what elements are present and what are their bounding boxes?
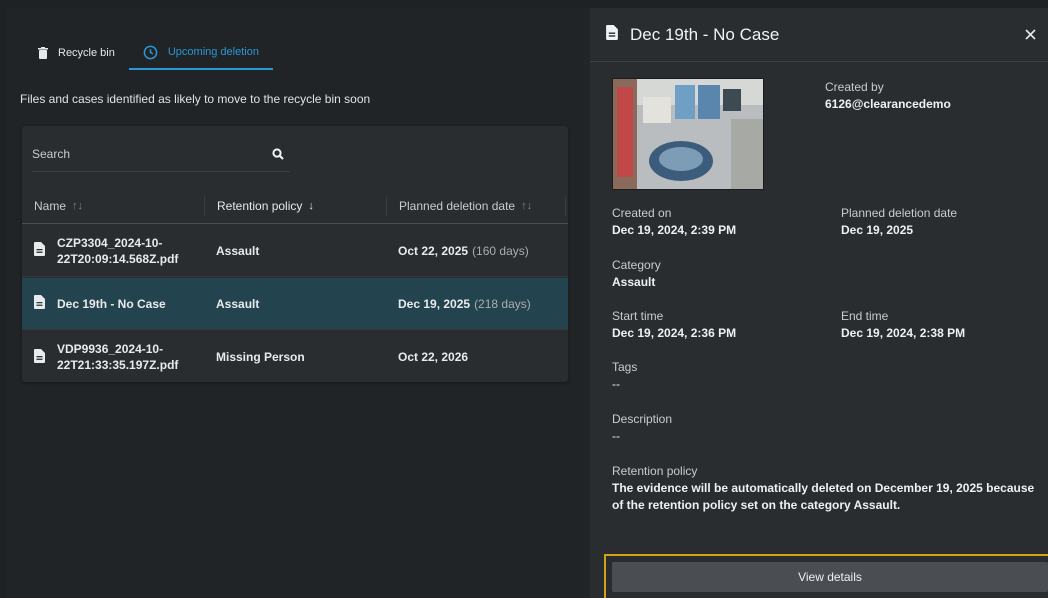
days-remaining: (218 days) <box>474 296 531 311</box>
trash-icon <box>38 47 48 59</box>
details-title: Dec 19th - No Case <box>630 24 780 44</box>
deletion-table-card: Name ↑↓ Retention policy ↓ Planned delet… <box>22 126 568 382</box>
retention-policy-text: The evidence will be automatically delet… <box>612 481 1035 512</box>
created-on-value: Dec 19, 2024, 2:39 PM <box>612 223 737 237</box>
file-name: VDP9936_2024-10-22T21:33:35.197Z.pdf <box>57 342 179 372</box>
document-icon <box>34 295 45 312</box>
table-header: Name ↑↓ Retention policy ↓ Planned delet… <box>22 188 568 224</box>
document-icon <box>34 348 45 366</box>
name-cell: VDP9936_2024-10-22T21:33:35.197Z.pdf <box>22 341 204 373</box>
details-header: Dec 19th - No Case <box>590 8 1048 62</box>
tab-recycle-bin[interactable]: Recycle bin <box>24 36 129 70</box>
deletion-date: Oct 22, 2026 <box>398 350 469 364</box>
column-header-planned-deletion-date[interactable]: Planned deletion date ↑↓ <box>386 195 568 216</box>
clock-icon <box>143 45 158 60</box>
deletion-date: Oct 22, 2025 <box>398 243 469 258</box>
description-field: Description -- <box>612 412 672 444</box>
start-time-value: Dec 19, 2024, 2:36 PM <box>612 326 737 340</box>
document-icon <box>34 242 45 259</box>
created-by-value: 6126@clearancedemo <box>825 97 951 111</box>
tab-upcoming-deletion[interactable]: Upcoming deletion <box>128 36 273 70</box>
view-details-button[interactable]: View details <box>612 562 1048 592</box>
sort-icon: ↑↓ <box>521 199 533 212</box>
sort-icon: ↑↓ <box>72 199 84 212</box>
deletion-date: Dec 19, 2025 <box>398 296 471 311</box>
page-subtitle: Files and cases identified as likely to … <box>20 92 371 106</box>
tags-value: -- <box>612 377 620 391</box>
app-window: Recycle bin Upcoming deletion Files and … <box>6 8 1048 598</box>
table-row[interactable]: CZP3304_2024-10-22T20:09:14.568Z.pdf Ass… <box>22 225 568 277</box>
document-icon <box>606 24 618 45</box>
deletion-date-cell: Oct 22, 2026 <box>386 350 568 364</box>
deletion-date-cell: Dec 19, 2025 (218 days) <box>386 297 568 311</box>
retention-policy-cell: Assault <box>216 243 260 258</box>
planned-deletion-value: Dec 19, 2025 <box>841 223 914 237</box>
category-field: Category Assault <box>612 258 661 290</box>
sort-descending-icon: ↓ <box>308 199 314 212</box>
search-bar <box>32 136 290 172</box>
column-header-retention-policy[interactable]: Retention policy ↓ <box>204 195 386 216</box>
tags-label: Tags <box>612 360 638 374</box>
column-header-name[interactable]: Name ↑↓ <box>22 196 204 216</box>
description-label: Description <box>612 412 673 426</box>
view-details-focus-ring: View details <box>604 554 1048 598</box>
created-by-label: Created by <box>825 80 884 94</box>
tab-bar: Recycle bin Upcoming deletion <box>24 36 273 76</box>
name-cell: CZP3304_2024-10-22T20:09:14.568Z.pdf <box>22 235 204 267</box>
planned-deletion-label: Planned deletion date <box>841 206 958 220</box>
created-on-label: Created on <box>612 206 672 220</box>
file-name: CZP3304_2024-10-22T20:09:14.568Z.pdf <box>57 235 179 266</box>
details-panel: Dec 19th - No Case Created by 6126@clear… <box>590 8 1048 598</box>
retention-policy-label: Retention policy <box>612 464 698 478</box>
description-value: -- <box>612 429 620 443</box>
deletion-list-pane: Recycle bin Upcoming deletion Files and … <box>6 8 584 598</box>
start-time-label: Start time <box>612 309 664 323</box>
search-icon[interactable] <box>272 147 284 165</box>
column-date-label: Planned deletion date <box>399 198 516 213</box>
category-label: Category <box>612 258 661 272</box>
retention-policy-field: Retention policy The evidence will be au… <box>612 464 1044 514</box>
name-cell: Dec 19th - No Case <box>22 295 204 312</box>
table-row[interactable]: VDP9936_2024-10-22T21:33:35.197Z.pdf Mis… <box>22 331 568 383</box>
column-name-label: Name <box>34 198 67 213</box>
created-by-field: Created by 6126@clearancedemo <box>825 80 951 112</box>
retention-policy-cell: Assault <box>216 296 260 311</box>
retention-policy-cell: Missing Person <box>216 350 305 364</box>
end-time-field: End time Dec 19, 2024, 2:38 PM <box>841 309 965 341</box>
column-retention-label: Retention policy <box>217 198 303 213</box>
start-time-field: Start time Dec 19, 2024, 2:36 PM <box>612 309 736 341</box>
days-remaining: (160 days) <box>472 243 529 258</box>
end-time-label: End time <box>841 309 889 323</box>
tab-recycle-bin-label: Recycle bin <box>58 47 115 59</box>
close-icon[interactable] <box>1025 27 1036 45</box>
end-time-value: Dec 19, 2024, 2:38 PM <box>841 326 966 340</box>
deletion-date-cell: Oct 22, 2025 (160 days) <box>386 244 568 258</box>
video-thumbnail[interactable] <box>612 78 764 190</box>
created-on-field: Created on Dec 19, 2024, 2:39 PM <box>612 206 736 238</box>
file-name: Dec 19th - No Case <box>57 296 166 311</box>
table-row-selected[interactable]: Dec 19th - No Case Assault Dec 19, 2025 … <box>22 278 568 330</box>
planned-deletion-field: Planned deletion date Dec 19, 2025 <box>841 206 957 238</box>
category-value: Assault <box>612 275 656 289</box>
tags-field: Tags -- <box>612 360 637 392</box>
search-input[interactable] <box>32 146 262 161</box>
tab-upcoming-deletion-label: Upcoming deletion <box>167 46 259 58</box>
